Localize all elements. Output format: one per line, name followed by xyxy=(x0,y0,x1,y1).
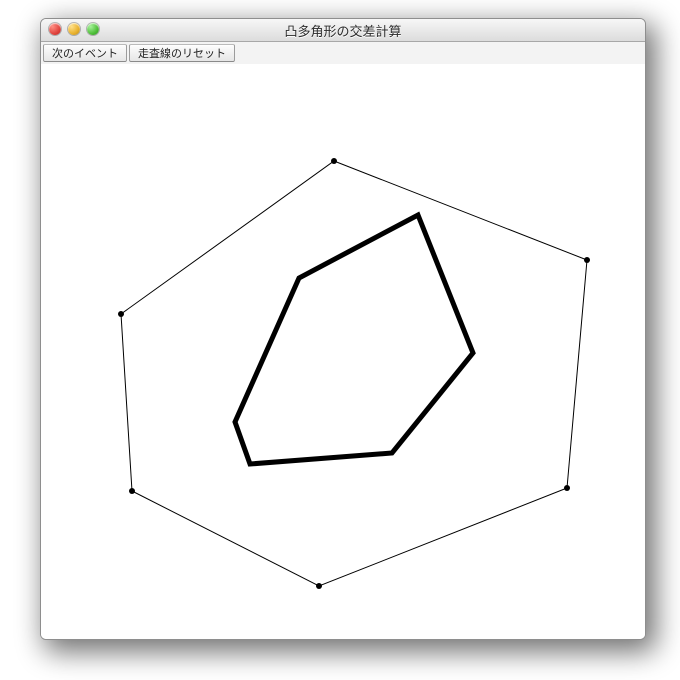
reset-sweep-label: 走査線のリセット xyxy=(138,45,226,61)
stage: 凸多角形の交差計算 次のイベント 走査線のリセット xyxy=(0,0,680,680)
next-event-label: 次のイベント xyxy=(52,45,118,61)
titlebar[interactable]: 凸多角形の交差計算 xyxy=(41,19,645,42)
app-window: 凸多角形の交差計算 次のイベント 走査線のリセット xyxy=(40,18,646,640)
vertex-dot xyxy=(331,158,337,164)
traffic-lights xyxy=(49,23,99,35)
vertex-dot xyxy=(564,485,570,491)
vertex-dot xyxy=(316,583,322,589)
zoom-icon[interactable] xyxy=(87,23,99,35)
vertex-dot xyxy=(584,257,590,263)
reset-sweep-button[interactable]: 走査線のリセット xyxy=(129,44,235,62)
minimize-icon[interactable] xyxy=(68,23,80,35)
vertex-dot xyxy=(118,311,124,317)
polygon-b-outline xyxy=(235,215,473,464)
polygon-a-outline xyxy=(121,161,587,586)
toolbar: 次のイベント 走査線のリセット xyxy=(41,42,645,65)
close-icon[interactable] xyxy=(49,23,61,35)
vertex-dot xyxy=(129,488,135,494)
next-event-button[interactable]: 次のイベント xyxy=(43,44,127,62)
polygon-svg xyxy=(41,64,645,639)
window-title: 凸多角形の交差計算 xyxy=(284,21,401,40)
drawing-canvas[interactable] xyxy=(41,64,645,639)
